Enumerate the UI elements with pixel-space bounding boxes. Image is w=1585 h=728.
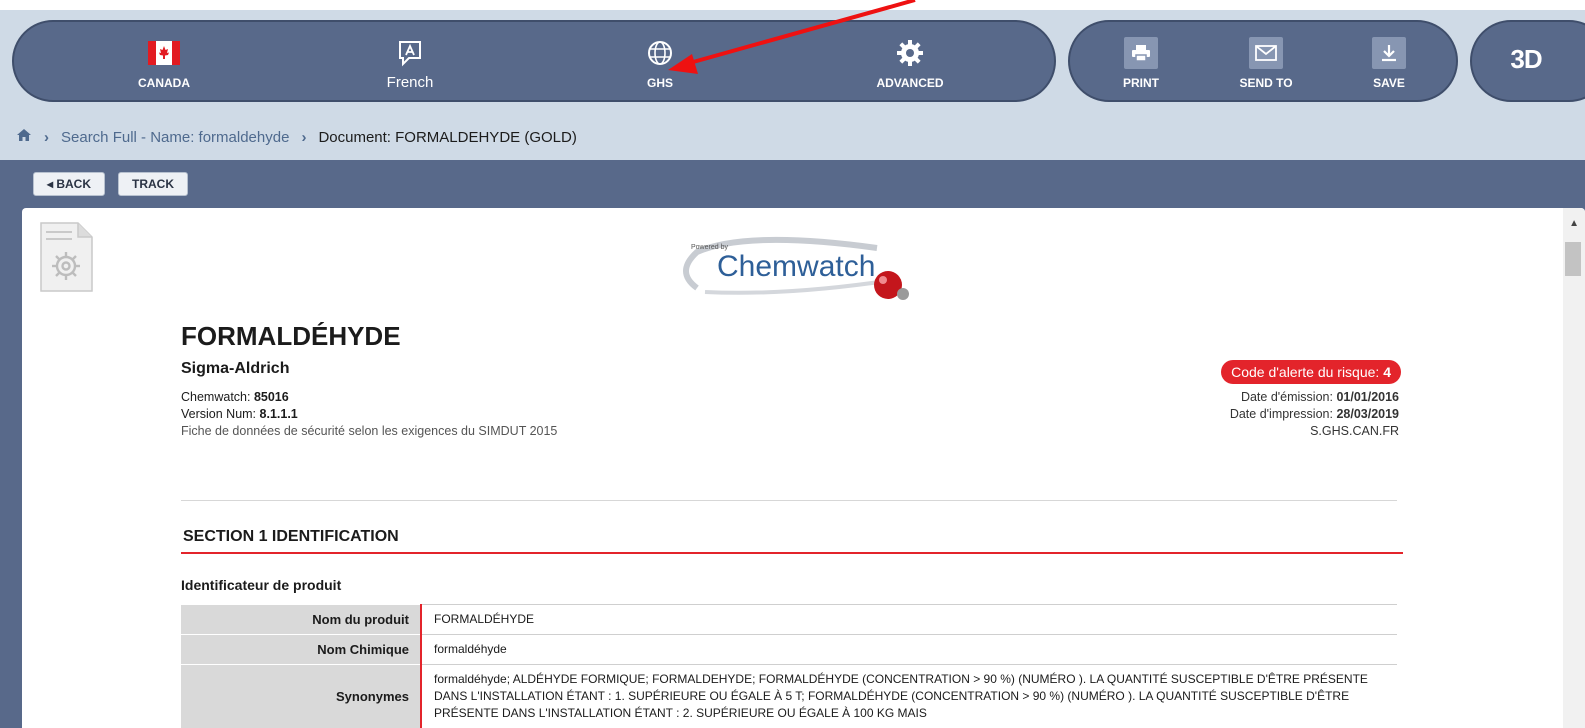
document-viewer[interactable]: Powered by Chemwatch FORMALDÉHYDE Sigma-… — [22, 208, 1585, 728]
chemwatch-number: Chemwatch: 85016 — [181, 390, 289, 404]
supplier-name: Sigma-Aldrich — [181, 360, 290, 377]
actions-toolbar: PRINT SEND TO SAVE — [1068, 20, 1458, 102]
breadcrumb-current-document: Document: FORMALDEHYDE (GOLD) — [318, 128, 577, 146]
version-number: Version Num: 8.1.1.1 — [181, 407, 298, 421]
row-label: Nom du produit — [181, 604, 422, 635]
top-strip — [0, 0, 1585, 10]
advanced-label: ADVANCED — [876, 76, 944, 90]
3d-icon: 3D — [1510, 42, 1542, 76]
save-button[interactable]: SAVE — [1354, 22, 1424, 104]
row-label: Synonymes — [181, 664, 422, 728]
3d-label: 3D — [1510, 43, 1542, 74]
language-icon — [395, 36, 425, 70]
issue-date: Date d'émission: 01/01/2016 — [1241, 390, 1399, 404]
vertical-scrollbar[interactable] — [1563, 208, 1585, 728]
breadcrumb-separator-icon: › — [44, 128, 49, 146]
scroll-up-icon[interactable]: ▲ — [1569, 218, 1579, 229]
logo-name: Chemwatch — [717, 250, 876, 283]
envelope-icon — [1249, 37, 1283, 69]
ghs-label: GHS — [646, 76, 673, 90]
printer-icon — [1124, 37, 1158, 69]
save-label: SAVE — [1373, 76, 1405, 90]
top-toolbar-band: CANADA French GHS ADVANCED PRINT SEND TO… — [0, 0, 1585, 114]
send-to-label: SEND TO — [1239, 76, 1293, 90]
document-settings-icon[interactable] — [40, 222, 94, 292]
gear-icon — [895, 36, 925, 70]
language-button[interactable]: French — [364, 22, 456, 104]
issue-date-label: Date d'émission: — [1240, 390, 1337, 404]
main-toolbar: CANADA French GHS ADVANCED — [12, 20, 1056, 102]
row-value: formaldéhyde; ALDÉHYDE FORMIQUE; FORMALD… — [421, 664, 1397, 728]
chemwatch-label: Chemwatch: — [181, 390, 254, 404]
language-label: French — [386, 74, 434, 91]
breadcrumb-separator-icon: › — [301, 128, 307, 146]
print-date: Date d'impression: 28/03/2019 — [1230, 407, 1399, 421]
canada-flag-icon — [148, 36, 180, 70]
globe-icon — [645, 36, 675, 70]
row-value: formaldéhyde — [421, 634, 1397, 665]
send-icon-wrap — [1249, 36, 1283, 70]
hazard-alert-badge: Code d'alerte du risque: 4 — [1221, 360, 1401, 384]
divider — [181, 500, 1397, 501]
product-identifier-table: Nom du produit FORMALDÉHYDE Nom Chimique… — [181, 604, 1397, 728]
alert-value: 4 — [1383, 364, 1391, 380]
print-date-value: 28/03/2019 — [1336, 407, 1399, 421]
version-label: Version Num: — [181, 407, 260, 421]
3d-toolbar: 3D — [1470, 20, 1585, 102]
print-label: PRINT — [1123, 76, 1159, 90]
table-row: Nom Chimique formaldéhyde — [181, 634, 1397, 665]
print-button[interactable]: PRINT — [1106, 22, 1176, 104]
document-code: S.GHS.CAN.FR — [1310, 424, 1399, 438]
save-icon-wrap — [1372, 36, 1406, 70]
breadcrumb-search-link[interactable]: Search Full - Name: formaldehyde — [61, 129, 289, 146]
breadcrumb: › Search Full - Name: formaldehyde › Doc… — [0, 114, 1585, 160]
compliance-statement: Fiche de données de sécurité selon les e… — [181, 424, 558, 438]
version-value: 8.1.1.1 — [259, 407, 298, 421]
alert-label: Code d'alerte du risque: — [1231, 364, 1380, 380]
chemwatch-logo: Powered by Chemwatch — [667, 230, 927, 302]
document-title: FORMALDÉHYDE — [181, 321, 401, 351]
download-icon — [1372, 37, 1406, 69]
advanced-button[interactable]: ADVANCED — [860, 22, 960, 104]
issue-date-value: 01/01/2016 — [1336, 390, 1399, 404]
row-label: Nom Chimique — [181, 634, 422, 665]
print-icon-wrap — [1124, 36, 1158, 70]
track-button[interactable]: TRACK — [118, 172, 188, 196]
section-divider — [181, 552, 1403, 554]
ghs-button[interactable]: GHS — [614, 22, 706, 104]
canada-label: CANADA — [138, 76, 190, 90]
table-row: Synonymes formaldéhyde; ALDÉHYDE FORMIQU… — [181, 664, 1397, 728]
scrollbar-thumb[interactable] — [1565, 242, 1581, 276]
print-date-label: Date d'impression: — [1229, 407, 1337, 421]
back-button[interactable]: ◂ BACK — [33, 172, 105, 196]
table-row: Nom du produit FORMALDÉHYDE — [181, 604, 1397, 635]
home-icon[interactable] — [16, 128, 32, 146]
subsection-heading: Identificateur de produit — [181, 577, 342, 593]
section-title: SECTION 1 IDENTIFICATION — [183, 528, 399, 545]
send-to-button[interactable]: SEND TO — [1226, 22, 1306, 104]
chemwatch-value: 85016 — [253, 390, 289, 404]
document-nav-bar: ◂ BACK TRACK — [0, 160, 1585, 208]
row-value: FORMALDÉHYDE — [421, 604, 1397, 635]
3d-button[interactable]: 3D — [1496, 22, 1556, 104]
canada-button[interactable]: CANADA — [118, 22, 210, 104]
